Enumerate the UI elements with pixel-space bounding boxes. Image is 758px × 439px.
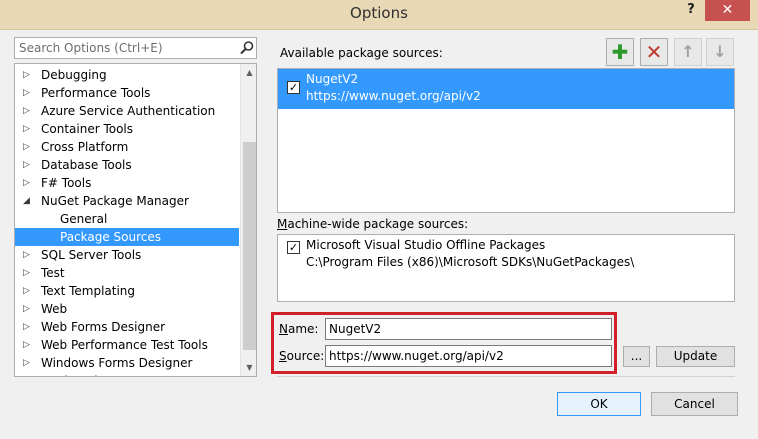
move-down-button[interactable]: ↓ (706, 38, 734, 66)
help-button[interactable]: ? (683, 2, 699, 18)
source-enabled-checkbox[interactable]: ✓ (287, 81, 300, 94)
tree-item-label: Web Forms Designer (41, 320, 166, 334)
tree-item-debugging[interactable]: ▷ Debugging (15, 66, 239, 84)
title-bar: Options ? ✕ (0, 0, 758, 30)
tree-item-sql-server-tools[interactable]: ▷ SQL Server Tools (15, 246, 239, 264)
machine-sources-list: ✓ Microsoft Visual Studio Offline Packag… (277, 234, 735, 302)
tree-item-nuget-package-manager[interactable]: ◢ NuGet Package Manager (15, 192, 239, 210)
tree-item-performance-tools[interactable]: ▷ Performance Tools (15, 84, 239, 102)
tree-item-label: Test (41, 266, 65, 280)
collapsed-arrow-icon[interactable]: ▷ (23, 120, 33, 138)
collapsed-arrow-icon[interactable]: ▷ (23, 102, 33, 120)
source-name: Microsoft Visual Studio Offline Packages (306, 238, 546, 252)
available-sources-label: Available package sources: (280, 46, 443, 60)
source-url: https://www.nuget.org/api/v2 (306, 89, 481, 103)
collapsed-arrow-icon[interactable]: ▷ (23, 246, 33, 264)
tree-item-label: Package Sources (60, 230, 162, 244)
collapsed-arrow-icon[interactable]: ▷ (23, 138, 33, 156)
source-url: C:\Program Files (x86)\Microsoft SDKs\Nu… (306, 255, 635, 269)
tree-item-label: Azure Service Authentication (41, 104, 216, 118)
search-icon[interactable] (239, 40, 255, 56)
expanded-arrow-icon[interactable]: ◢ (23, 192, 33, 210)
tree-item-label: NuGet Package Manager (41, 194, 189, 208)
tree-item-package-sources[interactable]: Package Sources (15, 228, 239, 246)
search-options-input[interactable]: Search Options (Ctrl+E) (14, 37, 257, 59)
tree-item-label: Performance Tools (41, 86, 151, 100)
collapsed-arrow-icon[interactable]: ▷ (23, 66, 33, 84)
search-placeholder: Search Options (Ctrl+E) (19, 41, 163, 55)
cancel-button[interactable]: Cancel (651, 392, 738, 416)
tree-item-container-tools[interactable]: ▷ Container Tools (15, 120, 239, 138)
add-source-button[interactable]: ✚ (606, 38, 634, 66)
scroll-down-arrow-icon[interactable]: ▼ (241, 359, 256, 376)
tree-item-label: Windows Forms Designer (41, 356, 193, 370)
update-button[interactable]: Update (656, 346, 735, 367)
machine-sources-label: Machine-wide package sources: (277, 217, 469, 231)
tree-item-text-templating[interactable]: ▷ Text Templating (15, 282, 239, 300)
source-enabled-checkbox[interactable]: ✓ (287, 241, 300, 254)
tree-item-work-projects[interactable]: ▷ Work Projects (15, 372, 239, 376)
tree-item-label: Database Tools (41, 158, 132, 172)
tree-item-database-tools[interactable]: ▷ Database Tools (15, 156, 239, 174)
collapsed-arrow-icon[interactable]: ▷ (23, 282, 33, 300)
available-sources-list: ✓ NugetV2 https://www.nuget.org/api/v2 (277, 68, 735, 213)
source-name: NugetV2 (306, 72, 359, 86)
tree-item-f-tools[interactable]: ▷ F# Tools (15, 174, 239, 192)
tree-scrollbar[interactable]: ▲ ▼ (240, 64, 256, 376)
tree-item-label: Debugging (41, 68, 107, 82)
tree-item-label: Web (41, 302, 68, 316)
window-title: Options (350, 4, 408, 22)
collapsed-arrow-icon[interactable]: ▷ (23, 300, 33, 318)
tree-item-label: Text Templating (41, 284, 136, 298)
scrollbar-thumb[interactable] (243, 142, 256, 350)
tree-item-label: Work Projects (41, 372, 123, 376)
collapsed-arrow-icon[interactable]: ▷ (23, 372, 33, 376)
browse-button[interactable]: ... (623, 346, 650, 367)
divider (277, 376, 735, 377)
tree-item-web-forms-designer[interactable]: ▷ Web Forms Designer (15, 318, 239, 336)
tree-item-cross-platform[interactable]: ▷ Cross Platform (15, 138, 239, 156)
collapsed-arrow-icon[interactable]: ▷ (23, 84, 33, 102)
options-tree: ▷ Debugging ▷ Performance Tools ▷ Azure Servi… (14, 63, 257, 377)
tree-item-label: General (60, 212, 108, 226)
tree-item-label: Container Tools (41, 122, 134, 136)
highlight-annotation (271, 312, 617, 374)
tree-item-label: Cross Platform (41, 140, 129, 154)
tree-item-test[interactable]: ▷ Test (15, 264, 239, 282)
tree-item-general[interactable]: General (15, 210, 239, 228)
source-item-nugetv2[interactable]: ✓ NugetV2 https://www.nuget.org/api/v2 (278, 69, 734, 109)
tree-item-label: F# Tools (41, 176, 92, 190)
tree-item-azure-service-authentication[interactable]: ▷ Azure Service Authentication (15, 102, 239, 120)
tree-item-label: Web Performance Test Tools (41, 338, 208, 352)
remove-source-button[interactable]: ✕ (640, 38, 668, 66)
source-item-vs-offline[interactable]: ✓ Microsoft Visual Studio Offline Packag… (278, 235, 734, 275)
close-button[interactable]: ✕ (705, 0, 750, 21)
collapsed-arrow-icon[interactable]: ▷ (23, 336, 33, 354)
tree-item-windows-forms-designer[interactable]: ▷ Windows Forms Designer (15, 354, 239, 372)
ok-button[interactable]: OK (557, 392, 641, 416)
tree-item-web-performance-test-tools[interactable]: ▷ Web Performance Test Tools (15, 336, 239, 354)
scroll-up-arrow-icon[interactable]: ▲ (241, 64, 256, 81)
collapsed-arrow-icon[interactable]: ▷ (23, 174, 33, 192)
collapsed-arrow-icon[interactable]: ▷ (23, 264, 33, 282)
move-up-button[interactable]: ↑ (674, 38, 702, 66)
collapsed-arrow-icon[interactable]: ▷ (23, 318, 33, 336)
tree-item-web[interactable]: ▷ Web (15, 300, 239, 318)
tree-item-label: SQL Server Tools (41, 248, 142, 262)
collapsed-arrow-icon[interactable]: ▷ (23, 156, 33, 174)
collapsed-arrow-icon[interactable]: ▷ (23, 354, 33, 372)
